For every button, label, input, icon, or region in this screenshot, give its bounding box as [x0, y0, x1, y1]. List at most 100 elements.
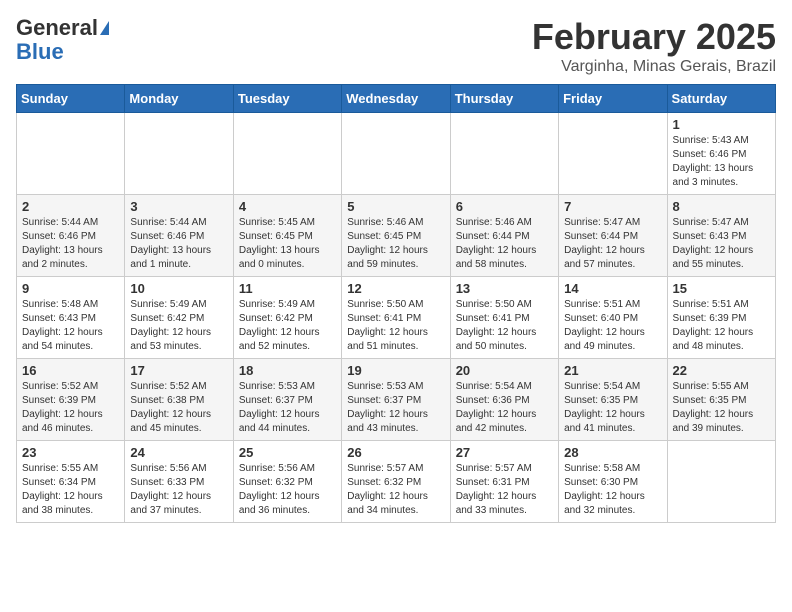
day-number: 26 — [347, 445, 444, 460]
day-number: 6 — [456, 199, 553, 214]
calendar-day-cell: 28Sunrise: 5:58 AM Sunset: 6:30 PM Dayli… — [559, 441, 667, 523]
weekday-header-sunday: Sunday — [17, 85, 125, 113]
day-number: 1 — [673, 117, 770, 132]
calendar-day-cell: 20 Sunrise: 5:54 AM Sunset: 6:36 PM Dayli… — [450, 359, 558, 441]
calendar-day-cell: 5 Sunrise: 5:46 AM Sunset: 6:45 PM Daylig… — [342, 195, 450, 277]
day-number: 18 — [239, 363, 336, 378]
calendar-day-cell: 8Sunrise: 5:47 AM Sunset: 6:43 PM Daylig… — [667, 195, 775, 277]
calendar-day-cell: 13 Sunrise: 5:50 AM Sunset: 6:41 PM Dayli… — [450, 277, 558, 359]
day-info: Sunrise: 5:58 AM Sunset: 6:30 PM Dayligh… — [564, 462, 661, 518]
calendar-week-row: 16Sunrise: 5:52 AM Sunset: 6:39 PM Dayli… — [17, 359, 776, 441]
day-info: Sunrise: 5:51 AM Sunset: 6:39 PM Dayligh… — [673, 298, 770, 354]
weekday-header-wednesday: Wednesday — [342, 85, 450, 113]
day-info: Sunrise: 5:50 AM Sunset: 6:41 PM Dayligh… — [347, 298, 444, 354]
calendar-day-cell: 2 Sunrise: 5:44 AM Sunset: 6:46 PM Daylig… — [17, 195, 125, 277]
day-info: Sunrise: 5:51 AM Sunset: 6:40 PM Dayligh… — [564, 298, 661, 354]
day-number: 25 — [239, 445, 336, 460]
day-info: Sunrise: 5:54 AM Sunset: 6:36 PM Dayligh… — [456, 380, 553, 436]
calendar-day-cell: 10Sunrise: 5:49 AM Sunset: 6:42 PM Dayli… — [125, 277, 233, 359]
day-number: 7 — [564, 199, 661, 214]
day-info: Sunrise: 5:48 AM Sunset: 6:43 PM Dayligh… — [22, 298, 119, 354]
calendar-day-cell: 26 Sunrise: 5:57 AM Sunset: 6:32 PM Dayli… — [342, 441, 450, 523]
location-title: Varginha, Minas Gerais, Brazil — [532, 58, 776, 76]
day-number: 27 — [456, 445, 553, 460]
calendar-day-cell: 4 Sunrise: 5:45 AM Sunset: 6:45 PM Daylig… — [233, 195, 341, 277]
day-number: 19 — [347, 363, 444, 378]
calendar-week-row: 2 Sunrise: 5:44 AM Sunset: 6:46 PM Daylig… — [17, 195, 776, 277]
calendar-day-cell: 12 Sunrise: 5:50 AM Sunset: 6:41 PM Dayli… — [342, 277, 450, 359]
calendar-day-cell — [450, 113, 558, 195]
day-info: Sunrise: 5:50 AM Sunset: 6:41 PM Dayligh… — [456, 298, 553, 354]
calendar-day-cell — [667, 441, 775, 523]
weekday-header-monday: Monday — [125, 85, 233, 113]
day-info: Sunrise: 5:54 AM Sunset: 6:35 PM Dayligh… — [564, 380, 661, 436]
month-title: February 2025 — [532, 16, 776, 58]
day-info: Sunrise: 5:43 AM Sunset: 6:46 PM Dayligh… — [673, 134, 770, 190]
calendar-day-cell: 7 Sunrise: 5:47 AM Sunset: 6:44 PM Daylig… — [559, 195, 667, 277]
day-number: 10 — [130, 281, 227, 296]
day-number: 24 — [130, 445, 227, 460]
day-number: 8 — [673, 199, 770, 214]
day-info: Sunrise: 5:57 AM Sunset: 6:32 PM Dayligh… — [347, 462, 444, 518]
day-info: Sunrise: 5:44 AM Sunset: 6:46 PM Dayligh… — [22, 216, 119, 272]
calendar-day-cell: 24 Sunrise: 5:56 AM Sunset: 6:33 PM Dayli… — [125, 441, 233, 523]
day-number: 21 — [564, 363, 661, 378]
logo: General Blue — [16, 16, 109, 64]
day-number: 4 — [239, 199, 336, 214]
weekday-header-thursday: Thursday — [450, 85, 558, 113]
day-info: Sunrise: 5:57 AM Sunset: 6:31 PM Dayligh… — [456, 462, 553, 518]
calendar-day-cell — [342, 113, 450, 195]
weekday-header-saturday: Saturday — [667, 85, 775, 113]
logo-general-text: General — [16, 16, 98, 40]
day-info: Sunrise: 5:52 AM Sunset: 6:39 PM Dayligh… — [22, 380, 119, 436]
calendar-day-cell — [559, 113, 667, 195]
day-number: 14 — [564, 281, 661, 296]
day-info: Sunrise: 5:45 AM Sunset: 6:45 PM Dayligh… — [239, 216, 336, 272]
calendar-day-cell: 1 Sunrise: 5:43 AM Sunset: 6:46 PM Daylig… — [667, 113, 775, 195]
day-number: 5 — [347, 199, 444, 214]
day-info: Sunrise: 5:46 AM Sunset: 6:44 PM Dayligh… — [456, 216, 553, 272]
day-info: Sunrise: 5:49 AM Sunset: 6:42 PM Dayligh… — [239, 298, 336, 354]
title-section: February 2025 Varginha, Minas Gerais, Br… — [532, 16, 776, 76]
calendar-day-cell: 3 Sunrise: 5:44 AM Sunset: 6:46 PM Daylig… — [125, 195, 233, 277]
day-number: 20 — [456, 363, 553, 378]
calendar-day-cell: 11 Sunrise: 5:49 AM Sunset: 6:42 PM Dayli… — [233, 277, 341, 359]
day-info: Sunrise: 5:44 AM Sunset: 6:46 PM Dayligh… — [130, 216, 227, 272]
day-info: Sunrise: 5:56 AM Sunset: 6:33 PM Dayligh… — [130, 462, 227, 518]
calendar-week-row: 9 Sunrise: 5:48 AM Sunset: 6:43 PM Daylig… — [17, 277, 776, 359]
day-number: 17 — [130, 363, 227, 378]
day-number: 22 — [673, 363, 770, 378]
calendar-day-cell: 6 Sunrise: 5:46 AM Sunset: 6:44 PM Daylig… — [450, 195, 558, 277]
day-info: Sunrise: 5:46 AM Sunset: 6:45 PM Dayligh… — [347, 216, 444, 272]
calendar-day-cell: 14 Sunrise: 5:51 AM Sunset: 6:40 PM Dayli… — [559, 277, 667, 359]
day-info: Sunrise: 5:56 AM Sunset: 6:32 PM Dayligh… — [239, 462, 336, 518]
calendar-day-cell: 16Sunrise: 5:52 AM Sunset: 6:39 PM Dayli… — [17, 359, 125, 441]
day-info: Sunrise: 5:53 AM Sunset: 6:37 PM Dayligh… — [239, 380, 336, 436]
day-number: 15 — [673, 281, 770, 296]
day-info: Sunrise: 5:53 AM Sunset: 6:37 PM Dayligh… — [347, 380, 444, 436]
calendar-day-cell: 25 Sunrise: 5:56 AM Sunset: 6:32 PM Dayli… — [233, 441, 341, 523]
calendar-day-cell: 19 Sunrise: 5:53 AM Sunset: 6:37 PM Dayli… — [342, 359, 450, 441]
calendar-day-cell — [17, 113, 125, 195]
calendar-day-cell: 21 Sunrise: 5:54 AM Sunset: 6:35 PM Dayli… — [559, 359, 667, 441]
calendar-day-cell: 15 Sunrise: 5:51 AM Sunset: 6:39 PM Dayli… — [667, 277, 775, 359]
day-number: 9 — [22, 281, 119, 296]
logo-triangle-icon — [100, 21, 109, 35]
day-info: Sunrise: 5:52 AM Sunset: 6:38 PM Dayligh… — [130, 380, 227, 436]
day-number: 23 — [22, 445, 119, 460]
day-info: Sunrise: 5:55 AM Sunset: 6:35 PM Dayligh… — [673, 380, 770, 436]
weekday-header-tuesday: Tuesday — [233, 85, 341, 113]
day-number: 12 — [347, 281, 444, 296]
day-info: Sunrise: 5:47 AM Sunset: 6:44 PM Dayligh… — [564, 216, 661, 272]
day-info: Sunrise: 5:55 AM Sunset: 6:34 PM Dayligh… — [22, 462, 119, 518]
weekday-header-row: SundayMondayTuesdayWednesdayThursdayFrid… — [17, 85, 776, 113]
day-number: 11 — [239, 281, 336, 296]
calendar-day-cell: 23 Sunrise: 5:55 AM Sunset: 6:34 PM Dayli… — [17, 441, 125, 523]
logo-blue-text: Blue — [16, 40, 64, 64]
calendar-day-cell: 22 Sunrise: 5:55 AM Sunset: 6:35 PM Dayli… — [667, 359, 775, 441]
day-number: 3 — [130, 199, 227, 214]
page-header: General Blue February 2025 Varginha, Min… — [16, 16, 776, 76]
day-number: 13 — [456, 281, 553, 296]
day-number: 2 — [22, 199, 119, 214]
calendar-day-cell — [125, 113, 233, 195]
